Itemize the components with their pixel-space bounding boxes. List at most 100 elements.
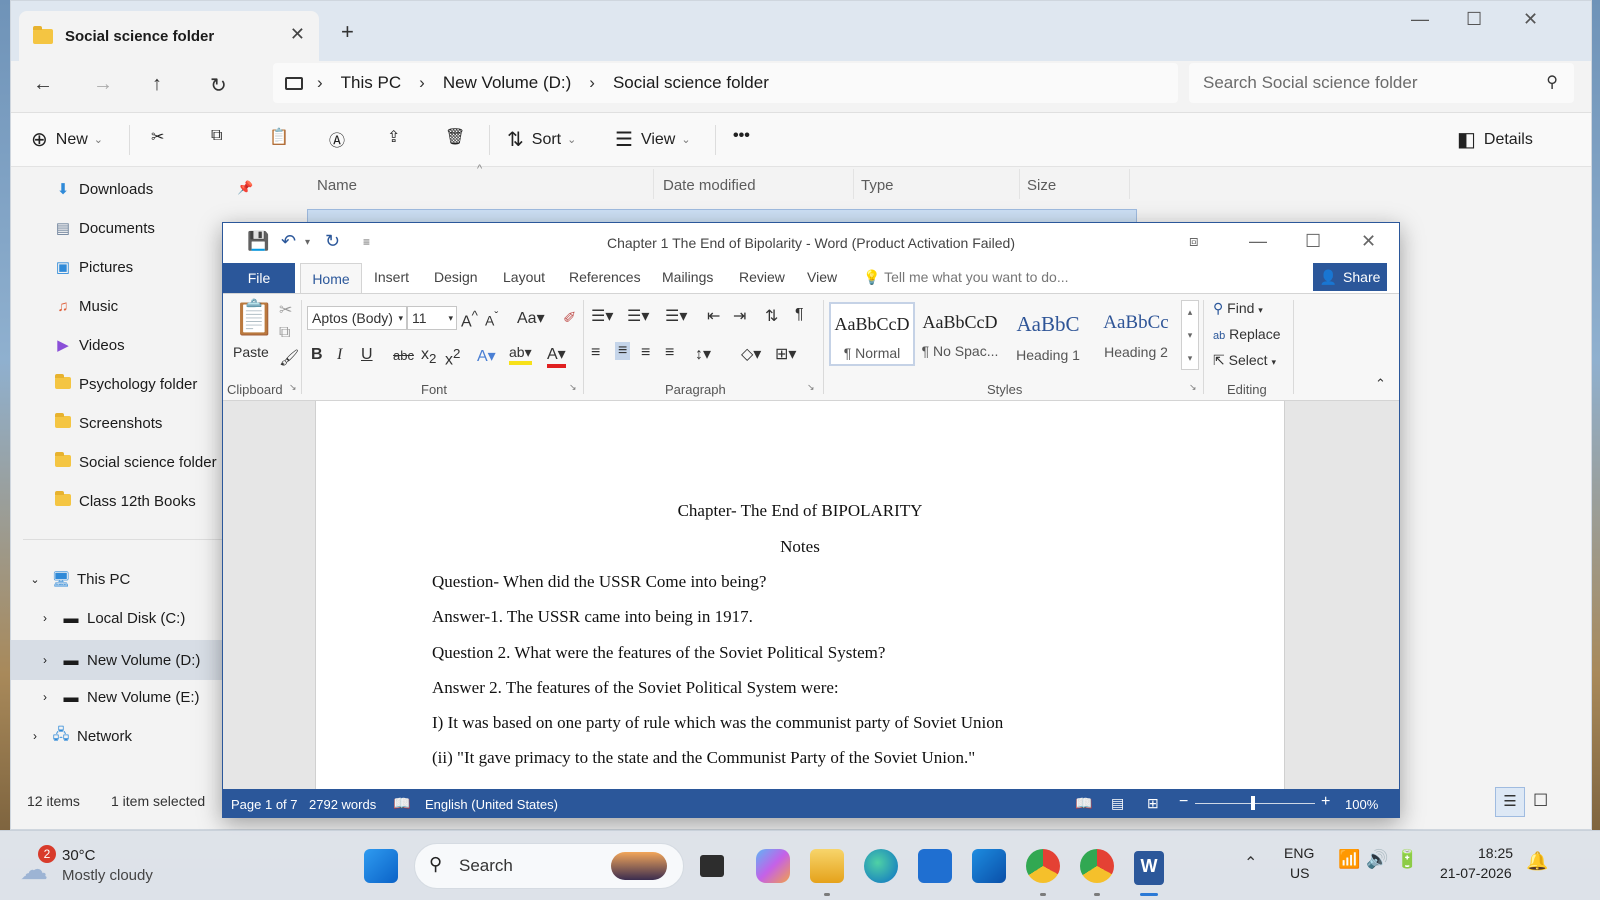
pin-icon[interactable]: 📌 [237, 180, 253, 196]
back-arrow-icon[interactable]: ← [33, 73, 53, 96]
zoom-level[interactable]: 100% [1345, 797, 1378, 812]
input-language-bottom[interactable]: US [1290, 865, 1309, 881]
clock-time[interactable]: 18:25 [1478, 845, 1513, 861]
sidebar-item-class-12th-books[interactable]: Class 12th Books [53, 489, 196, 513]
store-icon[interactable] [918, 849, 952, 883]
delete-icon[interactable]: 🗑 [445, 127, 465, 147]
document-line[interactable]: Answer-1. The USSR came into being in 19… [432, 607, 753, 627]
document-line[interactable]: Answer 2. The features of the Soviet Pol… [432, 678, 839, 698]
tab-mailings[interactable]: Mailings [662, 269, 713, 285]
document-line[interactable]: (ii) "It gave primacy to the state and t… [432, 748, 975, 768]
tab-review[interactable]: Review [739, 269, 785, 285]
italic-icon[interactable]: I [337, 346, 342, 364]
shading-icon[interactable]: ◇▾ [741, 344, 761, 364]
zoom-slider-thumb[interactable] [1251, 796, 1255, 810]
sidebar-item-psychology-folder[interactable]: Psychology folder [53, 372, 197, 396]
minimize-button[interactable]: — [1249, 231, 1267, 252]
find-button[interactable]: ⚲ Find ▾ [1213, 300, 1263, 317]
close-tab-icon[interactable]: ✕ [290, 24, 305, 45]
decrease-indent-icon[interactable]: ⇤ [707, 306, 720, 326]
taskbar-search[interactable]: ⚲ Search [414, 843, 684, 889]
show-hidden-icons-chevron-icon[interactable]: ⌃ [1244, 853, 1257, 873]
highlight-icon[interactable]: ab▾ [509, 344, 532, 365]
zoom-in-icon[interactable]: + [1321, 793, 1330, 811]
bold-icon[interactable]: B [311, 346, 323, 364]
style-normal[interactable]: AaBbCcD ¶ Normal [829, 302, 915, 366]
sidebar-item-network[interactable]: › 🖧 Network [25, 724, 132, 748]
tab-design[interactable]: Design [434, 269, 478, 285]
sidebar-item-pictures[interactable]: ▣ Pictures [53, 255, 133, 279]
sort-icon[interactable]: ⇅ [765, 306, 778, 326]
close-window-button[interactable]: ✕ [1361, 231, 1376, 252]
task-view-icon[interactable] [700, 855, 724, 877]
sidebar-item-music[interactable]: ♫ Music [53, 294, 118, 318]
file-explorer-taskbar-icon[interactable] [810, 849, 844, 883]
font-color-icon[interactable]: A▾ [547, 344, 566, 368]
up-arrow-icon[interactable]: ↑ [152, 73, 162, 96]
dialog-launcher-icon[interactable]: ↘ [807, 382, 815, 393]
forward-arrow-icon[interactable]: → [93, 73, 113, 96]
copy-icon[interactable]: ⧉ [279, 324, 290, 342]
align-left-icon[interactable]: ≡ [591, 344, 600, 362]
shrink-font-icon[interactable]: Aˇ [485, 310, 498, 329]
volume-icon[interactable]: 🔊 [1366, 849, 1388, 870]
refresh-icon[interactable]: ↻ [210, 73, 227, 98]
details-view-icon[interactable]: ☰ [1495, 787, 1525, 817]
rename-icon[interactable]: Ⓐ [329, 127, 345, 151]
paste-icon[interactable]: 📋 [233, 298, 275, 338]
edge-icon[interactable] [864, 849, 898, 883]
line-spacing-icon[interactable]: ↕▾ [695, 344, 711, 364]
zoom-out-icon[interactable]: − [1179, 793, 1188, 811]
battery-icon[interactable]: 🔋 [1396, 849, 1418, 870]
sidebar-item-social-science-folder[interactable]: Social science folder [53, 450, 217, 474]
close-window-button[interactable]: ✕ [1523, 9, 1538, 30]
superscript-icon[interactable]: x2 [445, 346, 460, 369]
document-line[interactable]: I) It was based on one party of rule whi… [432, 713, 1003, 733]
align-center-icon[interactable]: ≡ [615, 342, 631, 360]
notification-bell-icon[interactable]: 🔔 [1526, 851, 1548, 872]
read-mode-icon[interactable]: 📖 [1075, 795, 1092, 812]
styles-gallery-scroll[interactable]: ▴ ▾ ▾ [1181, 300, 1199, 370]
align-right-icon[interactable]: ≡ [641, 344, 650, 362]
clock-date[interactable]: 21-07-2026 [1440, 865, 1512, 881]
document-title[interactable]: Chapter- The End of BIPOLARITY [316, 501, 1284, 521]
sidebar-item-new-volume-e[interactable]: › ▬ New Volume (E:) [35, 685, 200, 709]
maximize-button[interactable]: ☐ [1466, 9, 1482, 30]
subscript-icon[interactable]: x2 [421, 346, 436, 366]
tab-file[interactable]: File [223, 263, 295, 293]
dialog-launcher-icon[interactable]: ↘ [1189, 382, 1197, 393]
collapse-ribbon-icon[interactable]: ⌃ [1375, 376, 1386, 392]
document-subtitle[interactable]: Notes [316, 537, 1284, 557]
wifi-icon[interactable]: 📶 [1338, 849, 1360, 870]
sidebar-item-videos[interactable]: ▶ Videos [53, 333, 124, 357]
justify-icon[interactable]: ≡ [665, 344, 674, 362]
word-count[interactable]: 2792 words [309, 797, 376, 812]
breadcrumb-social-science-folder[interactable]: Social science folder [613, 73, 769, 93]
format-painter-icon[interactable]: 🖌 [279, 348, 299, 368]
sidebar-item-local-disk-c[interactable]: › ▬ Local Disk (C:) [35, 606, 185, 630]
document-page[interactable]: Chapter- The End of BIPOLARITY Notes Que… [315, 401, 1285, 789]
input-language-top[interactable]: ENG [1284, 845, 1314, 861]
font-size-select[interactable]: 11 ▾ [407, 306, 457, 330]
new-button[interactable]: ⊕ New ⌄ [31, 127, 103, 152]
document-line[interactable]: Question 2. What were the features of th… [432, 643, 885, 663]
new-tab-button[interactable]: + [341, 19, 354, 45]
borders-icon[interactable]: ⊞▾ [775, 344, 796, 364]
tell-me-input[interactable]: 💡 Tell me what you want to do... [863, 269, 1069, 286]
proofing-icon[interactable]: 📖 [393, 795, 410, 812]
increase-indent-icon[interactable]: ⇥ [733, 306, 746, 326]
replace-button[interactable]: ab Replace [1213, 326, 1281, 342]
minimize-button[interactable]: — [1411, 9, 1429, 30]
search-input[interactable]: Search Social science folder ⚲ [1189, 63, 1574, 103]
web-layout-icon[interactable]: ⊞ [1147, 795, 1159, 812]
show-formatting-marks-icon[interactable]: ¶ [795, 306, 804, 324]
breadcrumb[interactable]: › This PC › New Volume (D:) › Social sci… [273, 63, 1178, 103]
chrome-icon[interactable] [1026, 849, 1060, 883]
multilevel-list-icon[interactable]: ☰▾ [665, 306, 687, 326]
word-taskbar-icon[interactable]: W [1134, 851, 1164, 885]
chrome-profile-icon[interactable] [1080, 849, 1114, 883]
copilot-icon[interactable] [756, 849, 790, 883]
zoom-slider-track[interactable] [1195, 803, 1315, 804]
column-header-name[interactable]: Name [317, 177, 357, 207]
share-button[interactable]: 👤 Share [1313, 263, 1387, 291]
